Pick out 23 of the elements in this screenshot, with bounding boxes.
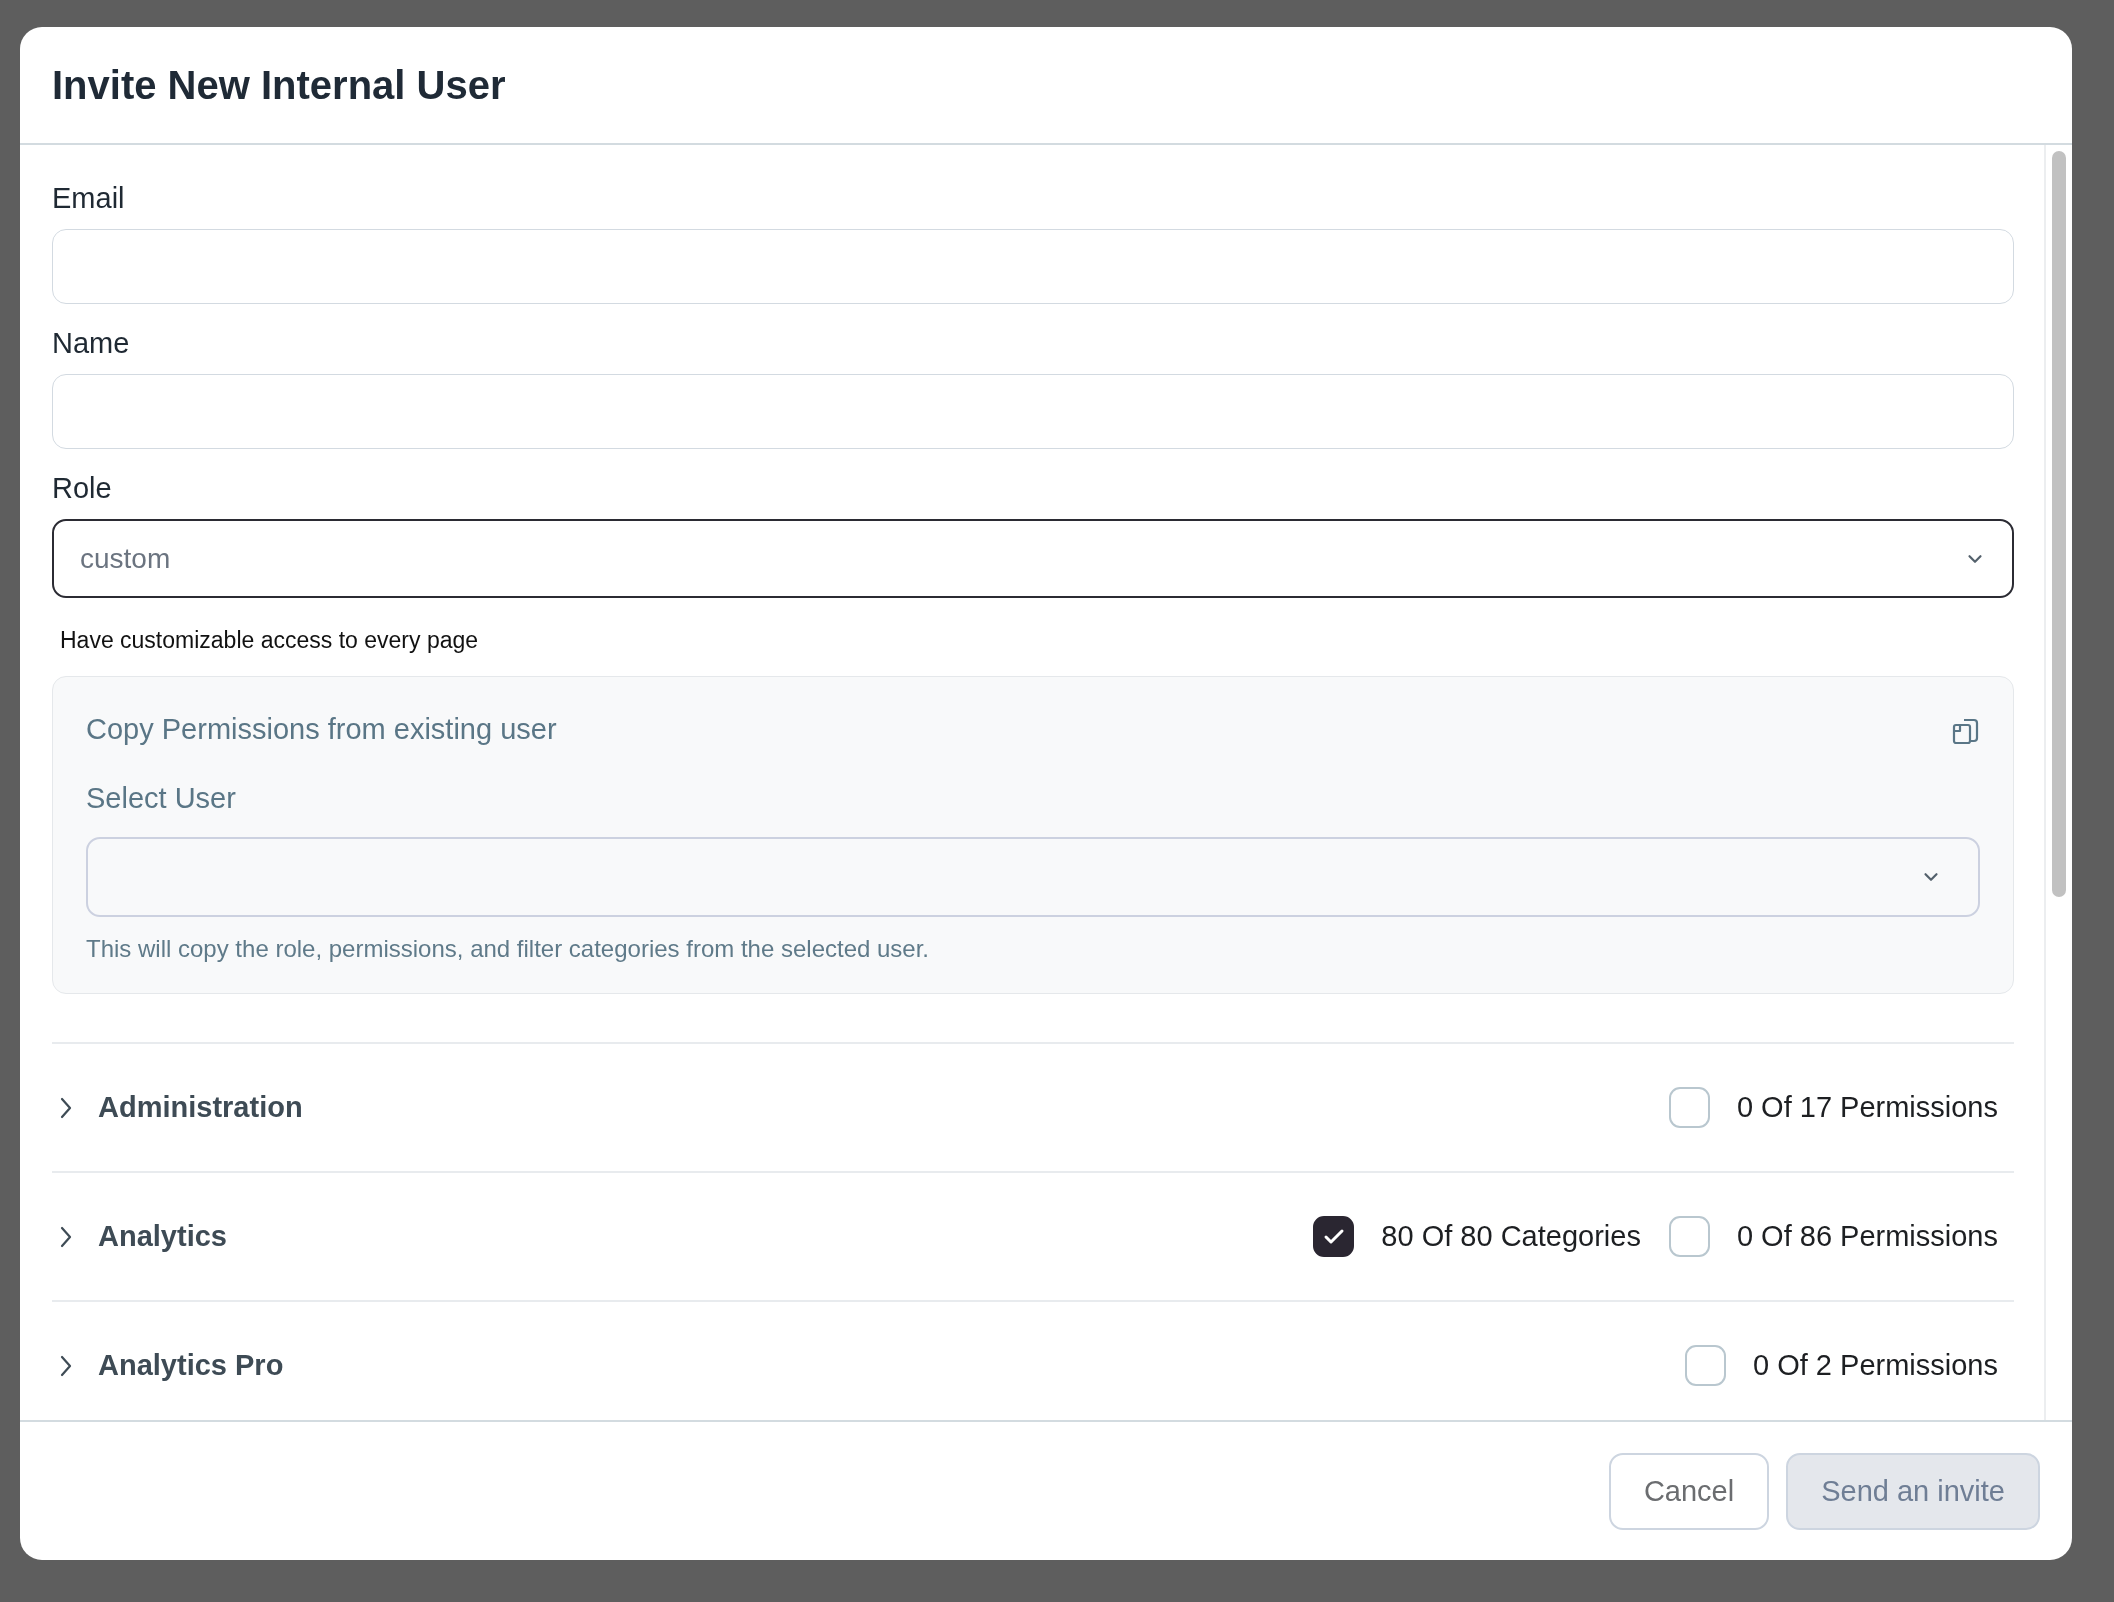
helper-text: Have customizable access to every page [60,626,479,654]
panel-title: Copy Permissions from existing user [86,713,557,746]
field-label: Name [52,326,130,360]
user-select[interactable] [86,837,1980,917]
scrollbar-thumb[interactable] [2052,151,2066,897]
dialog-title: Invite New Internal User [52,62,506,108]
group-title: Analytics Pro [98,1349,284,1382]
cancel-button[interactable]: Cancel [1608,1452,1770,1530]
checkbox[interactable] [1313,1216,1355,1257]
field-label: Role [52,471,112,505]
count-label: 0 Of 86 Permissions [1736,1220,1998,1253]
field-label: Select User [86,782,236,815]
count-label: 0 Of 17 Permissions [1736,1091,1998,1124]
group-title: Administration [98,1091,303,1124]
check-icon [1322,1227,1345,1246]
input-field[interactable] [52,374,2014,449]
group-title: Analytics [98,1220,227,1253]
input-field[interactable] [52,229,2014,304]
count-label: 0 Of 2 Permissions [1753,1349,1998,1382]
count-label: 80 Of 80 Categories [1381,1220,1641,1253]
role-select[interactable]: custom [52,519,2014,598]
field-label: Email [52,181,125,215]
helper-text: This will copy the role, permissions, and filter categories from the selected user. [86,935,930,963]
